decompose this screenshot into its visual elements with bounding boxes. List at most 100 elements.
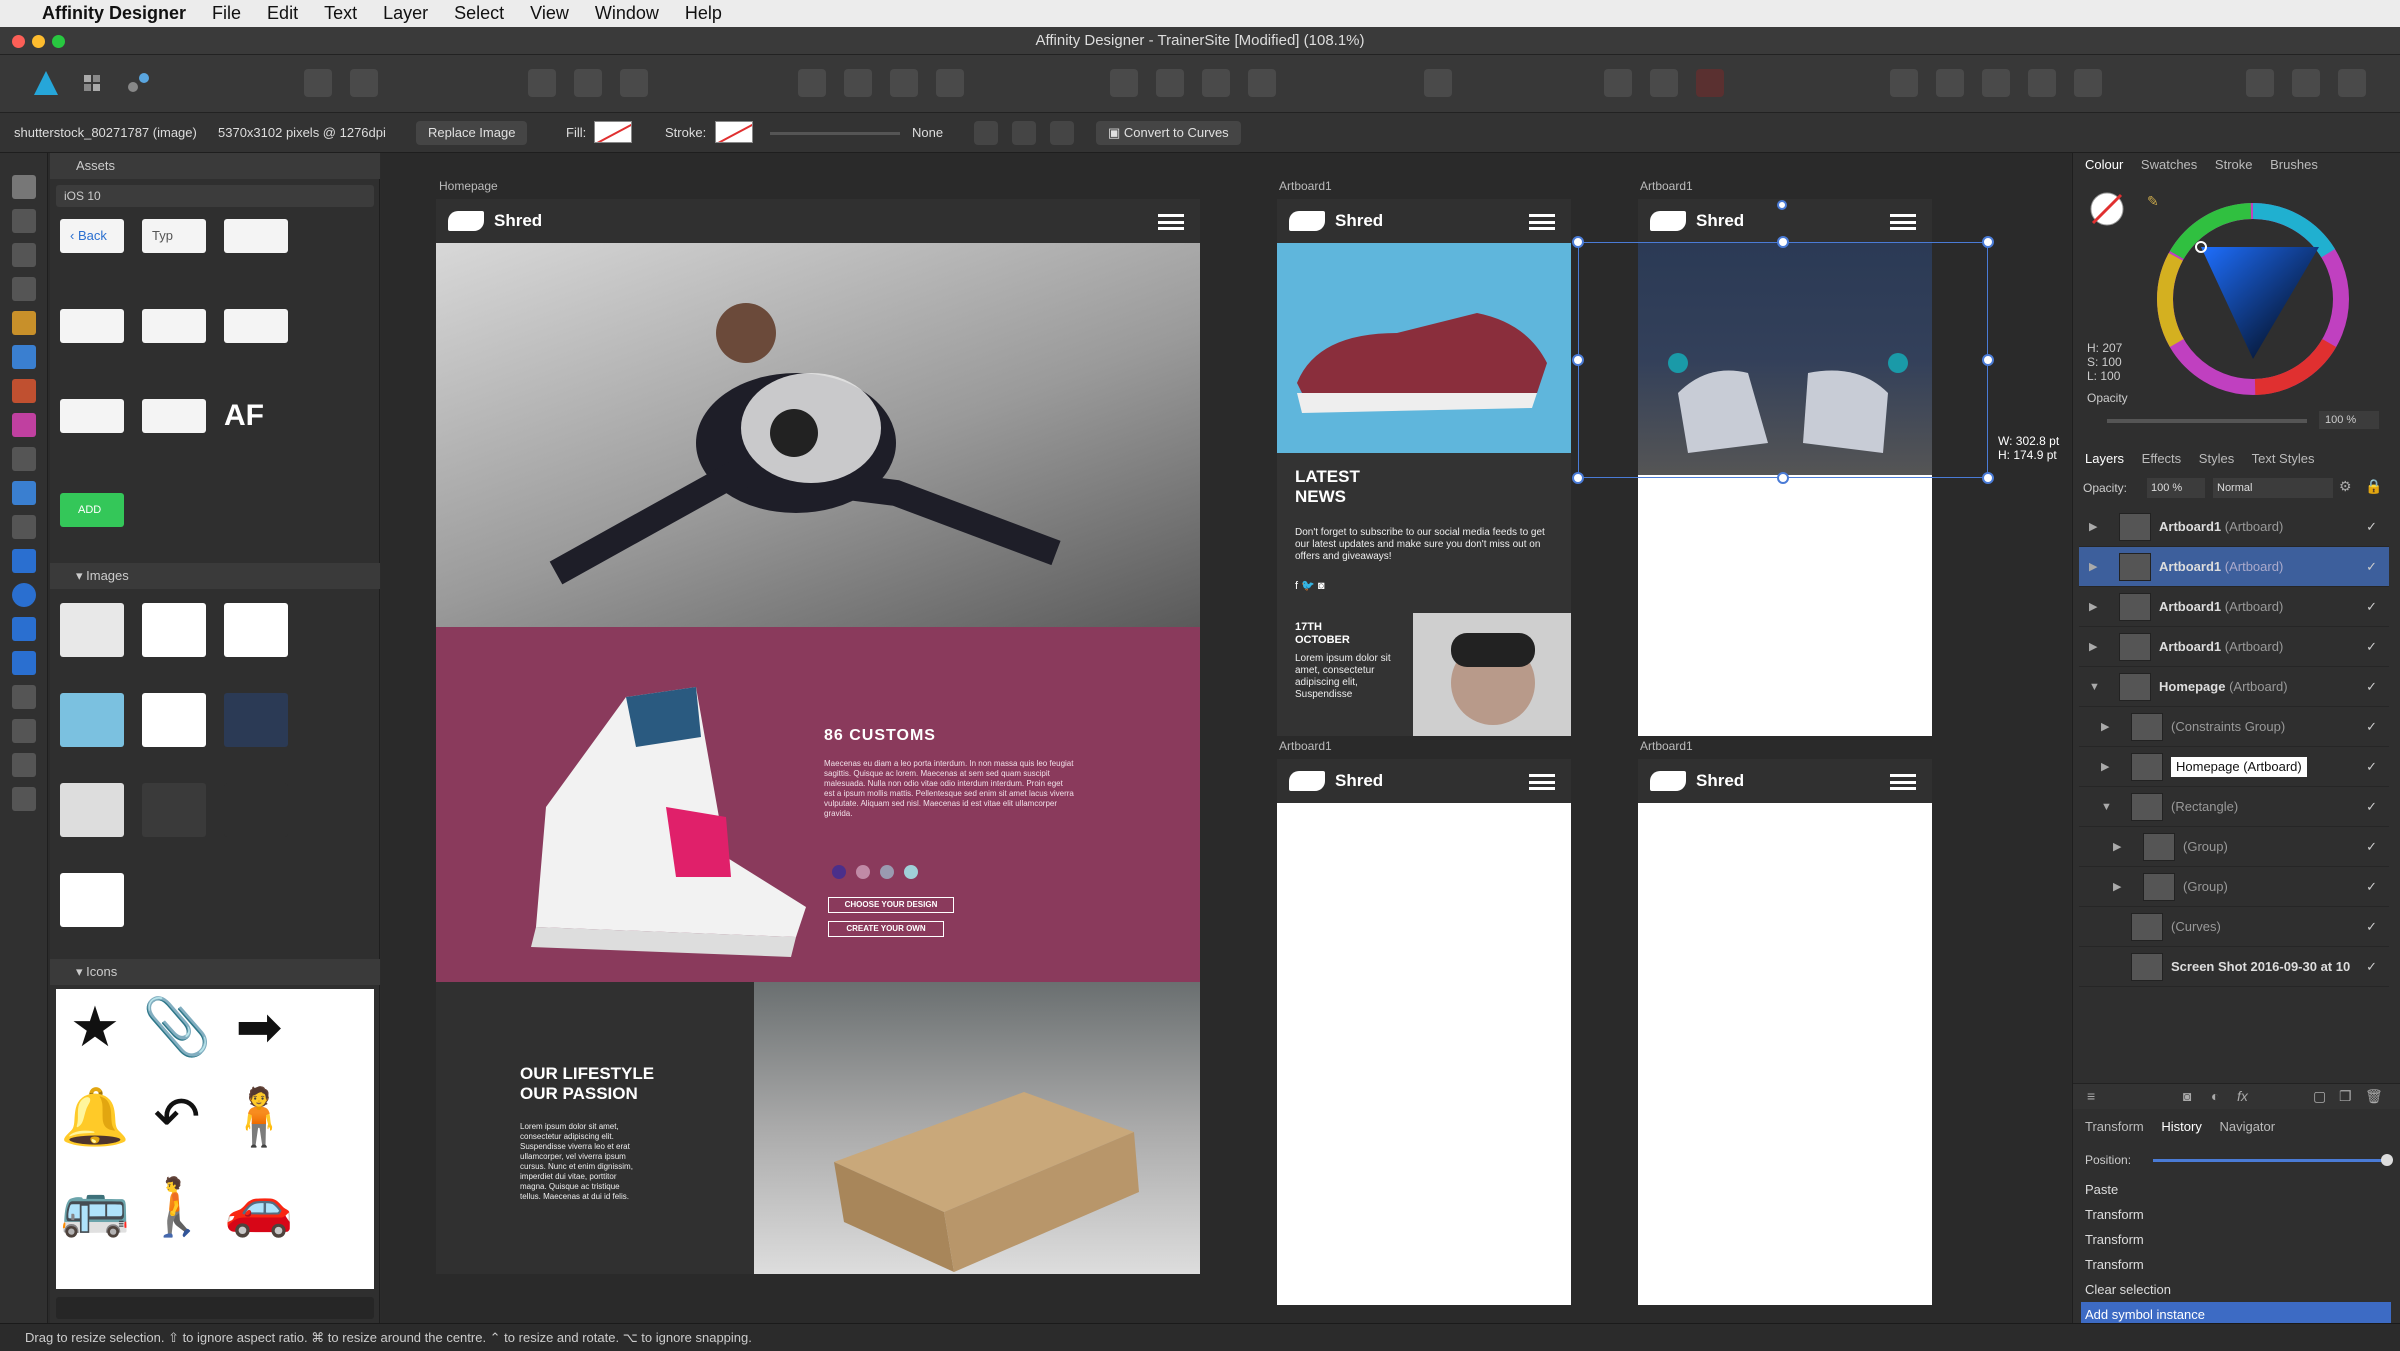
visibility-checkbox[interactable]: ✓ [2366,707,2377,747]
image-thumb-skater-feet[interactable] [224,693,288,747]
resize-handle-bottom[interactable] [1777,472,1789,484]
icons-section-header[interactable]: ▾ Icons [50,959,380,985]
designer-persona-icon[interactable] [32,69,60,97]
brush-tool-icon[interactable] [12,379,36,403]
settings-gear-icon[interactable]: ⚙ [2339,478,2359,498]
colour-opacity-slider[interactable] [2107,419,2307,423]
view-mode-icon[interactable] [528,69,556,97]
move-tool-icon[interactable] [12,175,36,199]
adjustment-icon[interactable]: ◐ [2211,1088,2219,1104]
resize-handle-top[interactable] [1777,236,1789,248]
layer-row[interactable]: ▶ (Constraints Group) ✓ [2079,707,2389,747]
ellipse-tool-icon[interactable] [12,583,36,607]
menu-view[interactable]: View [530,3,569,24]
visibility-checkbox[interactable]: ✓ [2366,787,2377,827]
arrow-right-icon[interactable]: ➡ [224,995,294,1059]
news-portrait-image[interactable] [1413,613,1571,736]
image-thumb-sneaker-grey[interactable] [224,603,288,657]
text-tool-icon[interactable] [12,685,36,709]
rotate-right-icon[interactable] [1248,69,1276,97]
tab-effects[interactable]: Effects [2142,451,2182,466]
asset-back-button[interactable]: ‹ Back [60,219,124,253]
tab-history[interactable]: History [2161,1119,2201,1134]
add-layer-icon[interactable]: ▢ [2313,1088,2326,1105]
point-transform-tool-icon[interactable] [12,277,36,301]
blend-mode-select[interactable]: Normal [2213,478,2333,498]
hand-tool-icon[interactable] [12,753,36,777]
fill-stroke-swatches[interactable] [2087,189,2135,237]
hamburger-menu-icon[interactable] [1158,214,1184,230]
replace-image-button[interactable]: Replace Image [416,121,528,145]
artboard1-c[interactable]: Shred [1277,759,1571,1305]
layer-row[interactable]: ▶ Artboard1 (Artboard) ✓ [2079,587,2389,627]
image-thumb-sneaker-pink[interactable] [60,603,124,657]
expand-icon[interactable]: ▶ [2113,867,2121,907]
menu-file[interactable]: File [212,3,241,24]
history-item[interactable]: Transform [2081,1202,2391,1227]
snapping-icon[interactable] [350,69,378,97]
color-option-pink[interactable] [856,865,870,879]
shoebox-image[interactable] [754,982,1200,1274]
place-image-tool-icon[interactable] [12,481,36,505]
insert-behind-icon[interactable] [2292,69,2320,97]
visibility-checkbox[interactable]: ✓ [2366,507,2377,547]
artboard1-a[interactable]: Shred LATEST NEWS Don't forget to subscr… [1277,199,1571,736]
assistant-icon[interactable] [304,69,332,97]
layer-rename-field[interactable]: Homepage (Artboard) [2171,757,2307,777]
visibility-checkbox[interactable]: ✓ [2366,867,2377,907]
view-mode-3-icon[interactable] [620,69,648,97]
minimize-window-button[interactable] [32,35,45,48]
pencil-tool-icon[interactable] [12,345,36,369]
resize-handle-left[interactable] [1572,354,1584,366]
view-mode-2-icon[interactable] [574,69,602,97]
layer-row[interactable]: ▶ Artboard1 (Artboard) ✓ [2079,507,2389,547]
export-persona-icon[interactable] [124,69,152,97]
crop-tool-icon[interactable] [12,515,36,539]
visibility-checkbox[interactable]: ✓ [2366,827,2377,867]
resize-handle-right[interactable] [1982,354,1994,366]
layer-row[interactable]: ▶ Homepage (Artboard) ✓ [2079,747,2389,787]
color-option-purple[interactable] [832,865,846,879]
insert-front-icon[interactable] [2338,69,2366,97]
collapse-icon[interactable]: ▼ [2089,667,2100,707]
insert-inside-icon[interactable] [2246,69,2274,97]
layer-row[interactable]: ▶ Artboard1 (Artboard) ✓ [2079,627,2389,667]
choose-design-button[interactable]: CHOOSE YOUR DESIGN [828,897,954,913]
expand-icon[interactable]: ▶ [2089,547,2097,587]
tab-layers[interactable]: Layers [2085,451,2124,466]
walking-icon[interactable]: 🚶 [142,1175,212,1239]
hero-image-breakdancer[interactable] [436,243,1200,627]
visibility-checkbox[interactable]: ✓ [2366,547,2377,587]
pen-tool-icon[interactable] [12,311,36,335]
expand-icon[interactable]: ▶ [2101,707,2109,747]
assets-tab[interactable]: Assets [50,153,380,179]
boolean-xor-icon[interactable] [2028,69,2056,97]
create-own-button[interactable]: CREATE YOUR OWN [828,921,944,937]
image-thumb-shoe-tan[interactable] [60,873,124,927]
asset-search-input[interactable] [56,1297,374,1319]
transform-origin-icon[interactable] [974,121,998,145]
visibility-checkbox[interactable]: ✓ [2366,907,2377,947]
history-item[interactable]: Transform [2081,1252,2391,1277]
history-slider-thumb[interactable] [2381,1154,2393,1166]
images-section-header[interactable]: ▾ Images [50,563,380,589]
layer-row[interactable]: ▼ (Rectangle) ✓ [2079,787,2389,827]
tab-brushes[interactable]: Brushes [2270,157,2318,172]
image-thumb-shoe-blue[interactable] [142,693,206,747]
visibility-checkbox[interactable]: ✓ [2366,587,2377,627]
arrange-forward-icon[interactable] [844,69,872,97]
boolean-subtract-icon[interactable] [1936,69,1964,97]
layers-stack-icon[interactable]: ≡ [2087,1088,2095,1104]
duplicate-layer-icon[interactable]: ❐ [2339,1088,2352,1105]
triangle-tool-icon[interactable] [12,651,36,675]
boolean-intersect-icon[interactable] [1982,69,2010,97]
tab-stroke[interactable]: Stroke [2215,157,2253,172]
convert-to-curves-button[interactable]: ▣ Convert to Curves [1096,121,1241,145]
rotate-left-icon[interactable] [1202,69,1230,97]
bus-icon[interactable]: 🚌 [60,1175,130,1239]
tab-transform[interactable]: Transform [2085,1119,2144,1134]
asset-sheet[interactable] [224,309,288,343]
layer-row[interactable]: ▶ (Group) ✓ [2079,827,2389,867]
history-item[interactable]: Transform [2081,1227,2391,1252]
expand-icon[interactable]: ▶ [2089,507,2097,547]
